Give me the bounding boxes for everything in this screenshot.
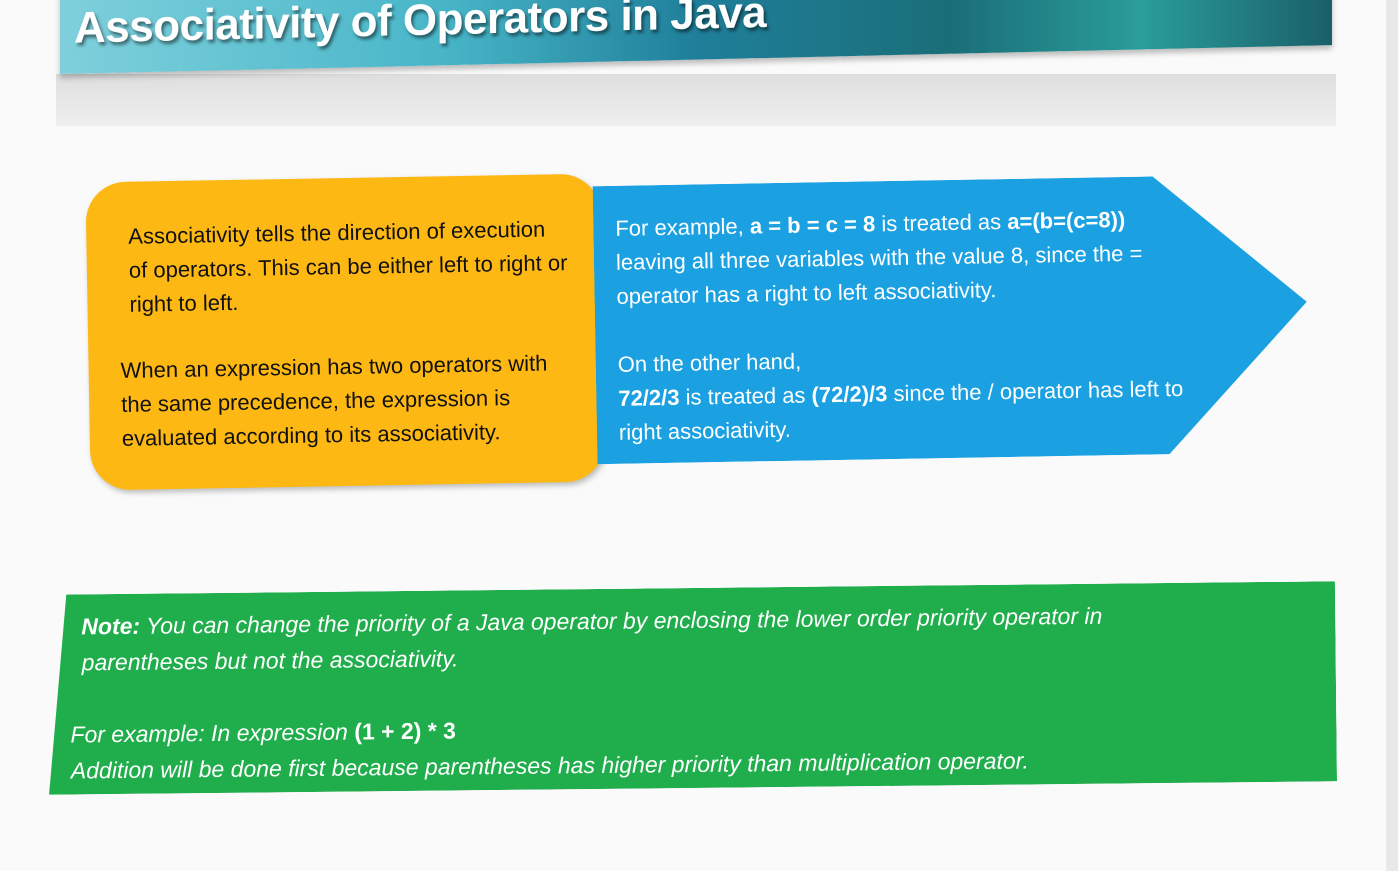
precedence-paragraph: When an expression has two operators wit… [120, 350, 548, 451]
division-example: On the other hand, 72/2/3 is treated as (… [617, 348, 1184, 445]
title-banner: Associativity of Operators in Java [60, 0, 1332, 75]
assignment-example: For example, a = b = c = 8 is treated as… [615, 206, 1143, 309]
slide: Associativity of Operators in Java Assoc… [0, 0, 1398, 871]
title-shadow-band [56, 74, 1336, 126]
example-arrow: For example, a = b = c = 8 is treated as… [592, 174, 1310, 465]
note-text: Note: You can change the priority of a J… [81, 602, 1103, 676]
note-example: For example: In expression (1 + 2) * 3 Ad… [70, 717, 1029, 784]
definition-paragraph: Associativity tells the direction of exe… [128, 216, 568, 317]
definition-box: Associativity tells the direction of exe… [85, 173, 606, 491]
note-box: Note: You can change the priority of a J… [47, 581, 1337, 794]
slide-title: Associativity of Operators in Java [74, 0, 767, 53]
slide-edge [1386, 0, 1398, 871]
